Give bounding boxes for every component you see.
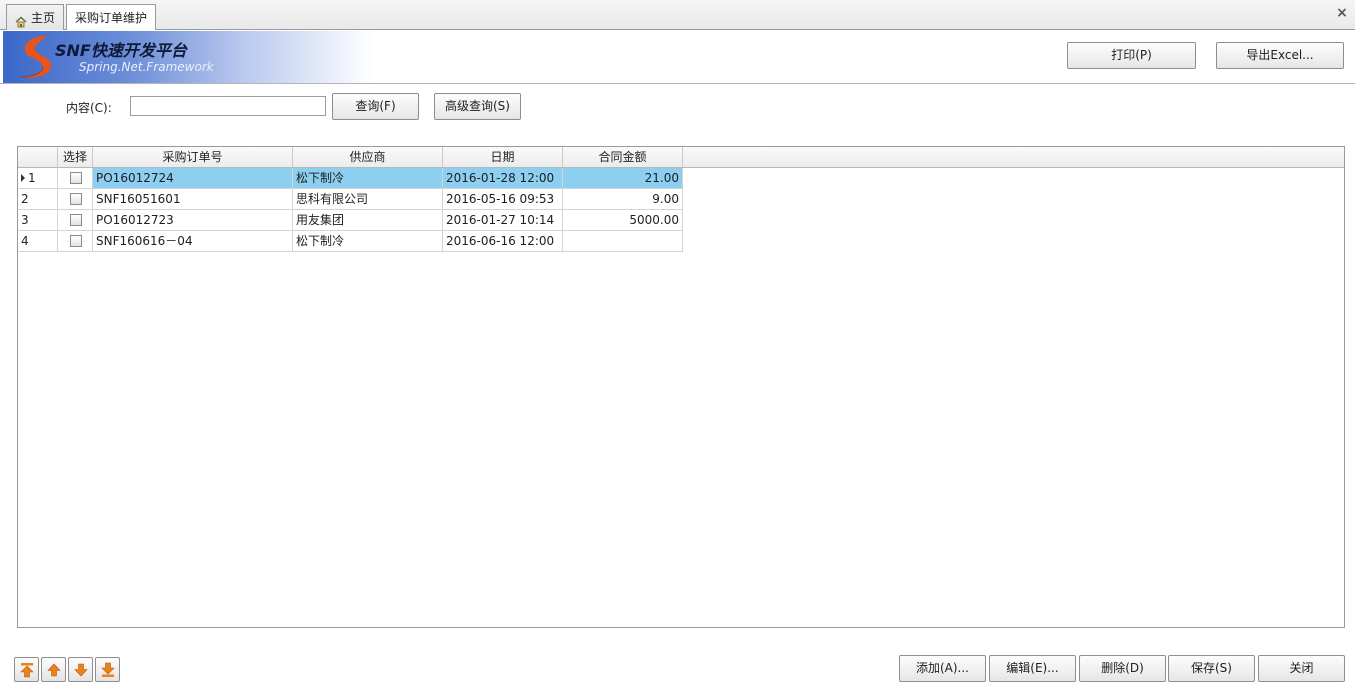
select-cell [58,231,93,252]
row-indicator: 1 [18,168,58,189]
content-input[interactable] [130,96,326,116]
move-first-button[interactable] [14,657,39,682]
supplier-cell[interactable]: 松下制冷 [293,231,443,252]
amount-cell[interactable]: 5000.00 [563,210,683,231]
column-header-date[interactable]: 日期 [443,147,563,168]
column-header-select[interactable]: 选择 [58,147,93,168]
order-no-cell[interactable]: PO16012723 [93,210,293,231]
row-checkbox[interactable] [70,193,82,205]
date-cell[interactable]: 2016-01-28 12:00 [443,168,563,189]
content-label: 内容(C): [66,101,112,115]
tab-label: 采购订单维护 [75,11,148,25]
logo-title: SNF快速开发平台 [55,41,187,60]
logo-subtitle: Spring.Net.Framework [79,60,214,74]
column-header-supplier[interactable]: 供应商 [293,147,443,168]
move-down-button[interactable] [68,657,93,682]
supplier-cell[interactable]: 松下制冷 [293,168,443,189]
tab-strip: 主页 采购订单维护 × [0,0,1355,31]
select-cell [58,210,93,231]
row-checkbox[interactable] [70,172,82,184]
row-indicator: 3 [18,210,58,231]
order-no-cell[interactable]: SNF160616－04 [93,231,293,252]
order-grid[interactable]: 选择 采购订单号 供应商 日期 合同金额 1 PO16012724 松下制冷 2… [17,146,1345,628]
date-cell[interactable]: 2016-06-16 12:00 [443,231,563,252]
amount-cell[interactable] [563,231,683,252]
advanced-search-button[interactable]: 高级查询(S) [434,93,521,120]
move-up-icon [47,663,61,677]
supplier-cell[interactable]: 用友集团 [293,210,443,231]
tab-home[interactable]: 主页 [6,4,65,30]
edit-button[interactable]: 编辑(E)... [989,655,1076,682]
amount-cell[interactable]: 21.00 [563,168,683,189]
order-no-cell[interactable]: SNF16051601 [93,189,293,210]
select-cell [58,168,93,189]
header-filler [683,147,1344,168]
tab-label: 主页 [31,10,56,25]
date-cell[interactable]: 2016-01-27 10:14 [443,210,563,231]
row-indicator: 2 [18,189,58,210]
column-header-order-no[interactable]: 采购订单号 [93,147,293,168]
select-cell [58,189,93,210]
move-first-icon [20,663,34,678]
current-row-arrow-icon [21,173,25,182]
supplier-cell[interactable]: 思科有限公司 [293,189,443,210]
save-button[interactable]: 保存(S) [1168,655,1255,682]
date-cell[interactable]: 2016-05-16 09:53 [443,189,563,210]
print-button[interactable]: 打印(P) [1067,42,1196,69]
add-button[interactable]: 添加(A)... [899,655,986,682]
logo-s-icon [20,36,52,78]
search-button[interactable]: 查询(F) [332,93,419,120]
move-last-button[interactable] [95,657,120,682]
home-icon [15,12,27,27]
row-indicator: 4 [18,231,58,252]
logo: SNF快速开发平台 Spring.Net.Framework [3,31,373,83]
move-up-button[interactable] [41,657,66,682]
amount-cell[interactable]: 9.00 [563,189,683,210]
column-header-amount[interactable]: 合同金额 [563,147,683,168]
move-last-icon [101,662,115,677]
order-no-cell[interactable]: PO16012724 [93,168,293,189]
close-tab-icon[interactable]: × [1335,6,1349,20]
row-checkbox[interactable] [70,235,82,247]
tab-purchase-order[interactable]: 采购订单维护 [66,4,157,31]
close-button[interactable]: 关闭 [1258,655,1345,682]
row-indicator-header [18,147,58,168]
row-checkbox[interactable] [70,214,82,226]
move-down-icon [74,663,88,677]
header-banner: SNF快速开发平台 Spring.Net.Framework 打印(P) 导出E… [0,30,1355,84]
delete-button[interactable]: 删除(D) [1079,655,1166,682]
export-excel-button[interactable]: 导出Excel... [1216,42,1344,69]
